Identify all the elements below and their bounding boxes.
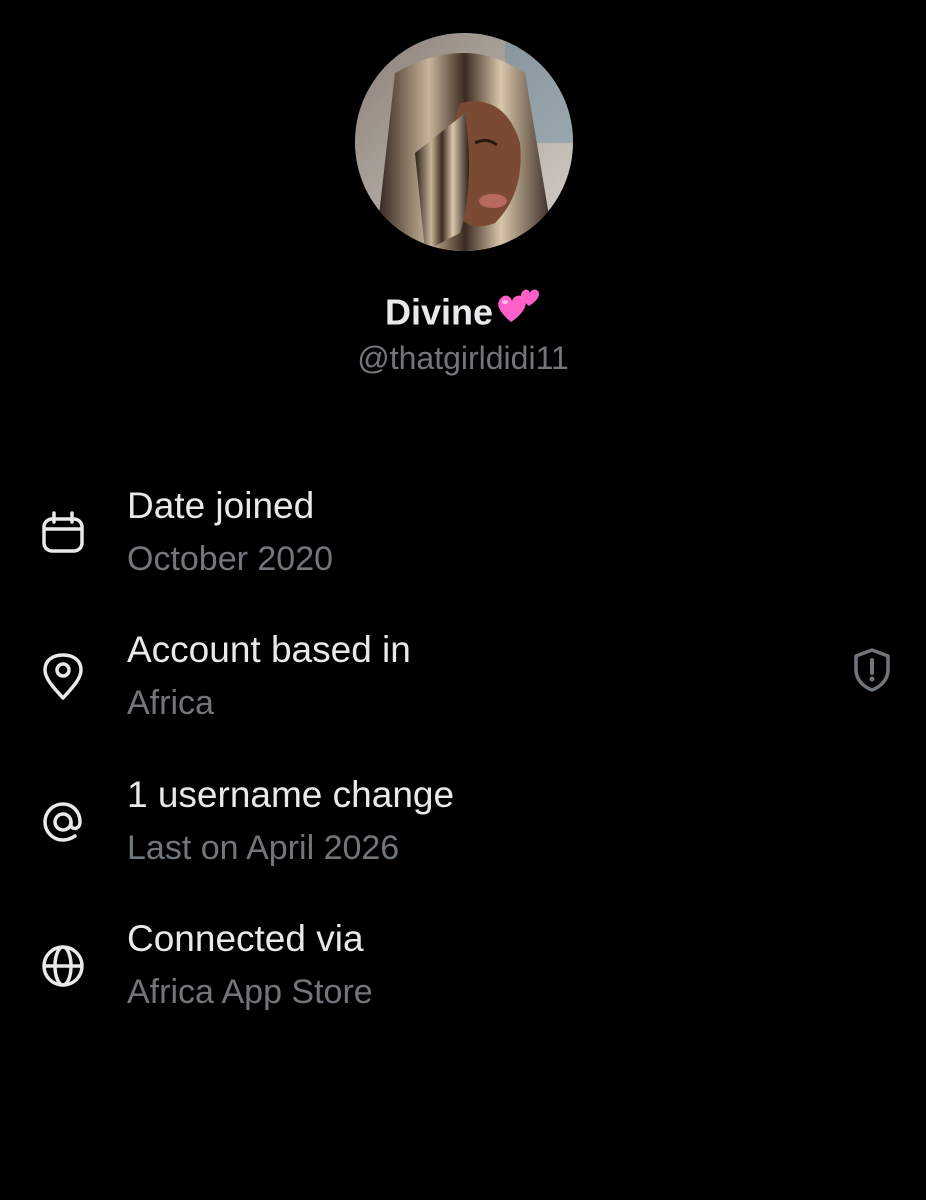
detail-title: Connected via [127, 918, 364, 959]
detail-row-connected-via: Connected via Africa App Store [0, 915, 926, 1025]
detail-value: Africa App Store [127, 973, 373, 1011]
detail-row-date-joined: Date joined October 2020 [0, 482, 926, 592]
calendar-icon [42, 511, 84, 553]
detail-title: 1 username change [127, 774, 455, 815]
profile-avatar[interactable] [355, 33, 573, 251]
detail-row-account-based-in[interactable]: Account based in Africa [0, 626, 926, 736]
avatar-image [355, 33, 573, 251]
detail-row-username-change: 1 username change Last on April 2026 [0, 771, 926, 881]
shield-alert-icon[interactable] [848, 646, 896, 694]
detail-value: Africa [127, 684, 214, 722]
detail-value: October 2020 [127, 540, 334, 578]
display-name: Divine [384, 291, 494, 333]
detail-value: Last on April 2026 [127, 829, 400, 867]
detail-title: Date joined [127, 485, 315, 526]
detail-title: Account based in [127, 629, 411, 670]
two-hearts-emoji [495, 286, 541, 336]
display-name-row: Divine [0, 289, 926, 340]
username-handle: @thatgirldidi11 [357, 340, 569, 376]
globe-icon [42, 945, 84, 987]
location-pin-icon [43, 653, 83, 700]
at-sign-icon [43, 802, 82, 842]
